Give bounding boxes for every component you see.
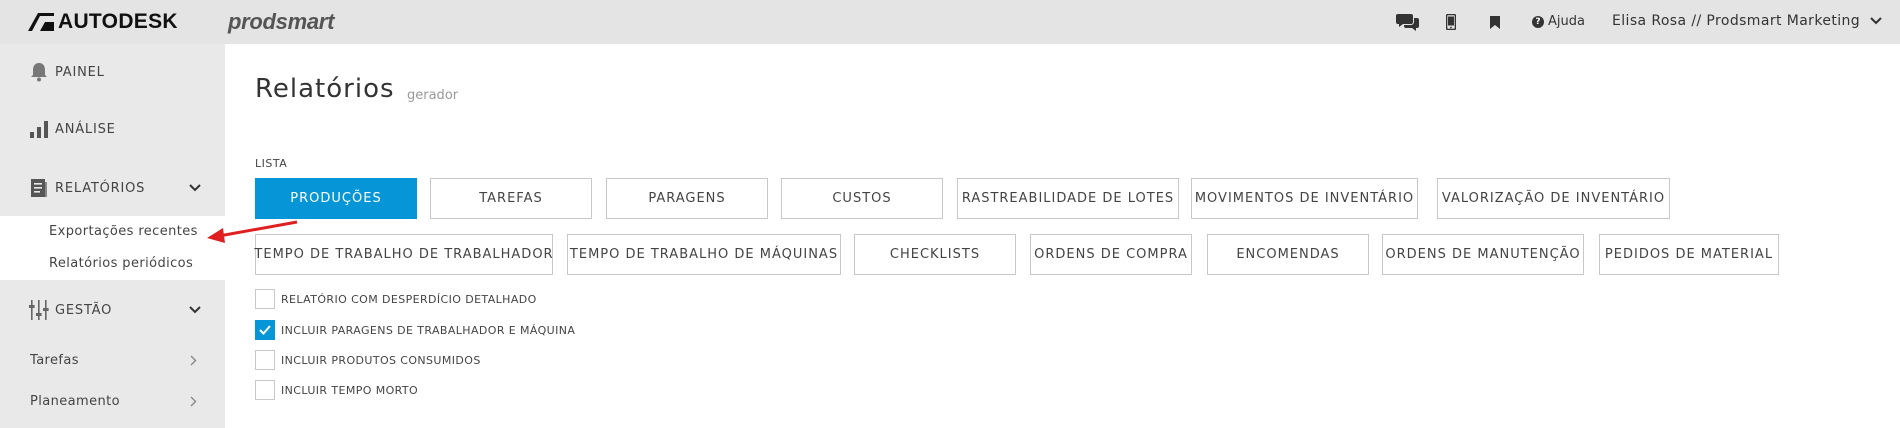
report-button-custos[interactable]: CUSTOS xyxy=(781,178,943,219)
report-button-checklists[interactable]: CHECKLISTS xyxy=(854,234,1016,275)
sidebar-item-gestao[interactable]: GESTÃO xyxy=(0,299,225,321)
report-button-tempo-de-trabalho-de-maquinas[interactable]: TEMPO DE TRABALHO DE MÁQUINAS xyxy=(567,234,841,275)
top-bar: AUTODESK prodsmart ? Ajuda Elisa Rosa //… xyxy=(0,0,1900,44)
chevron-down-icon xyxy=(1870,17,1882,25)
report-button-rastreabilidade-de-lotes[interactable]: RASTREABILIDADE DE LOTES xyxy=(957,178,1179,219)
bookmark-icon[interactable] xyxy=(1489,11,1501,33)
option-label: INCLUIR TEMPO MORTO xyxy=(281,383,419,397)
product-logo[interactable]: prodsmart xyxy=(228,9,334,35)
page-subtitle: gerador xyxy=(407,88,459,103)
chevron-right-icon xyxy=(190,396,197,407)
chevron-right-icon xyxy=(190,355,197,366)
sidebar-subitem-exportacoes-recentes[interactable]: Exportações recentes xyxy=(0,216,225,248)
autodesk-logo[interactable]: AUTODESK xyxy=(28,10,178,33)
option-incluir-produtos-consumidos[interactable]: INCLUIR PRODUTOS CONSUMIDOS xyxy=(255,350,481,370)
brand-name: AUTODESK xyxy=(58,10,178,33)
report-button-encomendas[interactable]: ENCOMENDAS xyxy=(1207,234,1369,275)
option-desperdicio-detalhado[interactable]: RELATÓRIO COM DESPERDÍCIO DETALHADO xyxy=(255,289,537,309)
report-icon xyxy=(28,177,50,199)
sidebar-item-label: Tarefas xyxy=(30,353,79,368)
sidebar-item-tarefas[interactable]: Tarefas xyxy=(0,353,225,368)
sidebar-subitem-relatorios-periodicos[interactable]: Relatórios periódicos xyxy=(0,248,225,280)
report-button-tempo-de-trabalho-de-trabalhador[interactable]: TEMPO DE TRABALHO DE TRABALHADOR xyxy=(254,234,553,275)
sidebar-item-label: PAINEL xyxy=(55,64,105,80)
checkbox-checked[interactable] xyxy=(255,320,275,340)
checkbox[interactable] xyxy=(255,350,275,370)
list-label: LISTA xyxy=(255,157,288,170)
checkbox[interactable] xyxy=(255,289,275,309)
sidebar-item-label: GESTÃO xyxy=(55,302,113,318)
report-button-pedidos-de-material[interactable]: PEDIDOS DE MATERIAL xyxy=(1599,234,1779,275)
sidebar-item-label: Planeamento xyxy=(30,394,120,409)
report-button-movimentos-de-inventario[interactable]: MOVIMENTOS DE INVENTÁRIO xyxy=(1191,178,1418,219)
sidebar-item-label: RELATÓRIOS xyxy=(55,180,146,196)
report-button-tarefas[interactable]: TAREFAS xyxy=(430,178,592,219)
user-label: Elisa Rosa // Prodsmart Marketing xyxy=(1612,13,1861,29)
sidebar-item-analise[interactable]: ANÁLISE xyxy=(0,118,225,140)
sidebar: PAINEL ANÁLISE RELATÓRIOS Exportações re… xyxy=(0,44,225,428)
checkbox[interactable] xyxy=(255,380,275,400)
option-label: RELATÓRIO COM DESPERDÍCIO DETALHADO xyxy=(281,292,537,306)
chevron-down-icon xyxy=(189,306,201,314)
chat-icon[interactable] xyxy=(1396,11,1420,33)
option-label: INCLUIR PRODUTOS CONSUMIDOS xyxy=(281,353,481,367)
autodesk-mark-icon xyxy=(28,13,54,31)
checkmark-icon xyxy=(259,325,271,335)
option-incluir-tempo-morto[interactable]: INCLUIR TEMPO MORTO xyxy=(255,380,418,400)
page-title: Relatórios xyxy=(255,74,395,104)
sidebar-item-painel[interactable]: PAINEL xyxy=(0,61,225,83)
option-label: INCLUIR PARAGENS DE TRABALHADOR E MÁQUIN… xyxy=(281,323,576,337)
chevron-down-icon xyxy=(189,184,201,192)
report-button-ordens-de-manutencao[interactable]: ORDENS DE MANUTENÇÃO xyxy=(1382,234,1584,275)
sidebar-item-planeamento[interactable]: Planeamento xyxy=(0,394,225,409)
option-incluir-paragens[interactable]: INCLUIR PARAGENS DE TRABALHADOR E MÁQUIN… xyxy=(255,320,575,340)
report-button-producoes[interactable]: PRODUÇÕES xyxy=(255,178,417,219)
report-button-paragens[interactable]: PARAGENS xyxy=(606,178,768,219)
report-button-ordens-de-compra[interactable]: ORDENS DE COMPRA xyxy=(1030,234,1192,275)
help-icon: ? xyxy=(1532,15,1544,28)
bar-chart-icon xyxy=(28,118,50,140)
report-button-valorizacao-de-inventario[interactable]: VALORIZAÇÃO DE INVENTÁRIO xyxy=(1437,178,1670,219)
user-menu[interactable]: Elisa Rosa // Prodsmart Marketing xyxy=(1612,13,1882,29)
sidebar-item-relatorios[interactable]: RELATÓRIOS xyxy=(0,177,225,199)
mobile-icon[interactable] xyxy=(1444,11,1458,33)
sidebar-item-label: ANÁLISE xyxy=(55,121,116,137)
help-label: Ajuda xyxy=(1548,14,1585,29)
sliders-icon xyxy=(28,299,50,321)
help-link[interactable]: ? Ajuda xyxy=(1532,14,1585,29)
bell-icon xyxy=(28,61,50,83)
